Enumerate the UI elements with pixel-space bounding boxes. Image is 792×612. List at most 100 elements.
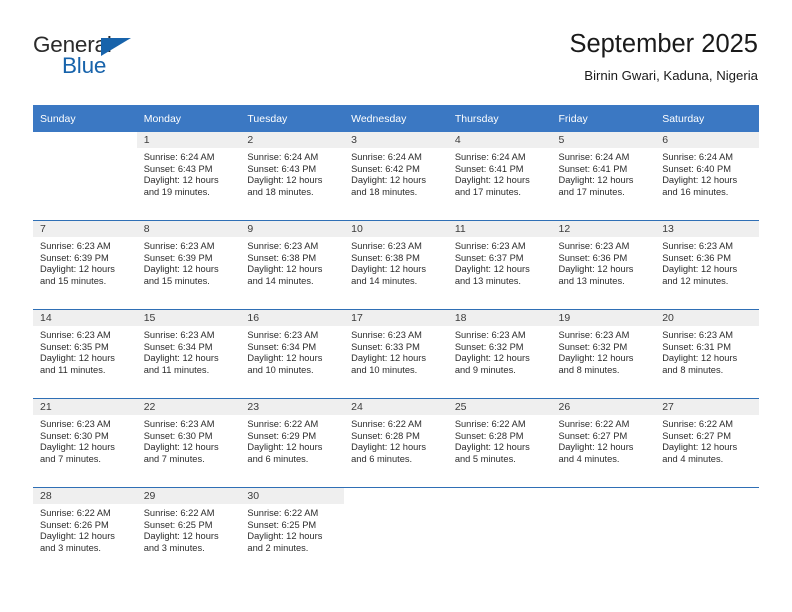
sunrise-time: Sunrise: 6:22 AM	[351, 419, 422, 429]
day-details: Sunrise: 6:23 AM Sunset: 6:32 PM Daylight:…	[448, 326, 552, 376]
calendar-day-cell[interactable]: 12 Sunrise: 6:23 AM Sunset: 6:36 PM Dayligh…	[551, 220, 656, 310]
day-details: Sunrise: 6:23 AM Sunset: 6:30 PM Daylight:…	[137, 415, 241, 465]
day-details: Sunrise: 6:24 AM Sunset: 6:43 PM Daylight:…	[137, 148, 241, 198]
daylight-duration-line1: Daylight: 12 hours	[558, 442, 634, 453]
sunrise-time: Sunrise: 6:24 AM	[247, 152, 319, 162]
day-number: 18	[447, 310, 552, 326]
daylight-duration-line1: Daylight: 12 hours	[247, 264, 323, 275]
daylight-duration-line1: Daylight: 12 hours	[143, 353, 219, 364]
calendar-day-cell[interactable]: 3 Sunrise: 6:24 AM Sunset: 6:42 PM Daylight…	[344, 132, 448, 221]
sunrise-time: Sunrise: 6:23 AM	[454, 330, 526, 340]
day-number: 2	[240, 132, 345, 148]
calendar-day-cell[interactable]: 16 Sunrise: 6:23 AM Sunset: 6:34 PM Dayligh…	[240, 309, 345, 399]
day-number: 20	[655, 310, 759, 326]
calendar-day-cell[interactable]: 15 Sunrise: 6:23 AM Sunset: 6:34 PM Dayligh…	[136, 309, 241, 399]
day-details: Sunrise: 6:23 AM Sunset: 6:32 PM Daylight:…	[552, 326, 656, 376]
calendar-day-cell[interactable]: 22 Sunrise: 6:23 AM Sunset: 6:30 PM Dayligh…	[136, 398, 241, 488]
daylight-duration-line1: Daylight: 12 hours	[662, 353, 738, 364]
calendar-day-cell[interactable]: 26 Sunrise: 6:22 AM Sunset: 6:27 PM Dayligh…	[551, 398, 656, 488]
calendar-day-cell[interactable]: 7 Sunrise: 6:23 AM Sunset: 6:39 PM Daylight…	[33, 220, 137, 310]
calendar-day-cell[interactable]: 13 Sunrise: 6:23 AM Sunset: 6:36 PM Dayligh…	[655, 220, 759, 310]
calendar-day-cell[interactable]: 24 Sunrise: 6:22 AM Sunset: 6:28 PM Dayligh…	[344, 398, 448, 488]
daylight-duration-line1: Daylight: 12 hours	[40, 353, 115, 364]
sunset-time: Sunset: 6:43 PM	[247, 163, 317, 174]
page-title: September 2025	[569, 30, 758, 58]
calendar-day-cell[interactable]: 23 Sunrise: 6:22 AM Sunset: 6:29 PM Dayligh…	[240, 398, 345, 488]
calendar-day-cell[interactable]: 8 Sunrise: 6:23 AM Sunset: 6:39 PM Daylight…	[136, 220, 241, 310]
day-details: Sunrise: 6:22 AM Sunset: 6:28 PM Daylight:…	[344, 415, 448, 465]
sunrise-time: Sunrise: 6:23 AM	[143, 419, 215, 429]
day-number: 4	[447, 132, 552, 148]
sunset-time: Sunset: 6:37 PM	[454, 252, 524, 263]
day-details: Sunrise: 6:22 AM Sunset: 6:29 PM Daylight:…	[240, 415, 344, 465]
sunrise-time: Sunrise: 6:23 AM	[143, 241, 215, 251]
sunset-time: Sunset: 6:34 PM	[247, 341, 317, 352]
calendar-day-cell[interactable]: 25 Sunrise: 6:22 AM Sunset: 6:28 PM Dayligh…	[447, 398, 552, 488]
daylight-duration-line2: and 16 minutes.	[662, 186, 729, 197]
day-details: Sunrise: 6:22 AM Sunset: 6:25 PM Daylight:…	[240, 504, 344, 554]
day-number: 14	[33, 310, 137, 326]
day-details: Sunrise: 6:22 AM Sunset: 6:26 PM Daylight:…	[33, 504, 137, 554]
daylight-duration-line2: and 14 minutes.	[351, 275, 418, 286]
calendar-day-cell[interactable]: 10 Sunrise: 6:23 AM Sunset: 6:38 PM Dayligh…	[344, 220, 448, 310]
day-details: Sunrise: 6:24 AM Sunset: 6:42 PM Daylight:…	[344, 148, 448, 198]
calendar-day-cell[interactable]: 20 Sunrise: 6:23 AM Sunset: 6:31 PM Dayligh…	[655, 309, 759, 399]
day-details: Sunrise: 6:23 AM Sunset: 6:36 PM Daylight:…	[655, 237, 759, 287]
day-number: 27	[655, 399, 759, 415]
day-number: 13	[655, 221, 759, 237]
calendar-day-cell[interactable]: 9 Sunrise: 6:23 AM Sunset: 6:38 PM Daylight…	[240, 220, 345, 310]
day-number: 19	[551, 310, 656, 326]
day-number: 22	[136, 399, 241, 415]
calendar-cell-empty	[551, 487, 656, 576]
calendar-day-cell[interactable]: 19 Sunrise: 6:23 AM Sunset: 6:32 PM Dayligh…	[551, 309, 656, 399]
calendar-day-cell[interactable]: 27 Sunrise: 6:22 AM Sunset: 6:27 PM Dayligh…	[655, 398, 759, 488]
calendar-day-cell[interactable]: 4 Sunrise: 6:24 AM Sunset: 6:41 PM Daylight…	[447, 132, 552, 221]
calendar-day-cell[interactable]: 17 Sunrise: 6:23 AM Sunset: 6:33 PM Dayligh…	[344, 309, 448, 399]
daylight-duration-line2: and 2 minutes.	[247, 542, 309, 553]
day-number: 16	[240, 310, 345, 326]
calendar-day-cell[interactable]: 18 Sunrise: 6:23 AM Sunset: 6:32 PM Dayligh…	[447, 309, 552, 399]
calendar-day-cell[interactable]: 21 Sunrise: 6:23 AM Sunset: 6:30 PM Dayligh…	[33, 398, 137, 488]
calendar-week-row: 28 Sunrise: 6:22 AM Sunset: 6:26 PM Dayligh…	[33, 487, 759, 576]
sunrise-time: Sunrise: 6:24 AM	[558, 152, 630, 162]
day-number: 11	[447, 221, 552, 237]
sunrise-time: Sunrise: 6:23 AM	[247, 330, 319, 340]
daylight-duration-line2: and 15 minutes.	[40, 275, 107, 286]
day-details: Sunrise: 6:23 AM Sunset: 6:36 PM Daylight:…	[552, 237, 656, 287]
sunset-time: Sunset: 6:41 PM	[454, 163, 524, 174]
weekday-header-friday: Friday	[551, 105, 656, 132]
calendar-day-cell[interactable]: 28 Sunrise: 6:22 AM Sunset: 6:26 PM Dayligh…	[33, 487, 137, 576]
calendar-day-cell[interactable]: 5 Sunrise: 6:24 AM Sunset: 6:41 PM Daylight…	[551, 132, 656, 221]
sunrise-time: Sunrise: 6:24 AM	[454, 152, 526, 162]
daylight-duration-line2: and 18 minutes.	[247, 186, 314, 197]
day-number: 15	[136, 310, 241, 326]
calendar-day-cell[interactable]: 6 Sunrise: 6:24 AM Sunset: 6:40 PM Daylight…	[655, 132, 759, 221]
day-number: 7	[33, 221, 137, 237]
sunset-time: Sunset: 6:38 PM	[351, 252, 420, 263]
sunrise-time: Sunrise: 6:23 AM	[662, 330, 734, 340]
day-number	[655, 488, 759, 504]
day-details: Sunrise: 6:23 AM Sunset: 6:39 PM Daylight:…	[137, 237, 241, 287]
day-details: Sunrise: 6:22 AM Sunset: 6:27 PM Daylight:…	[552, 415, 656, 465]
calendar-day-cell[interactable]: 1 Sunrise: 6:24 AM Sunset: 6:43 PM Daylight…	[136, 132, 241, 221]
sunset-time: Sunset: 6:38 PM	[247, 252, 317, 263]
daylight-duration-line1: Daylight: 12 hours	[558, 264, 634, 275]
daylight-duration-line2: and 10 minutes.	[247, 364, 314, 375]
daylight-duration-line1: Daylight: 12 hours	[247, 175, 323, 186]
day-details: Sunrise: 6:23 AM Sunset: 6:33 PM Daylight:…	[344, 326, 448, 376]
calendar-cell-empty	[655, 487, 759, 576]
daylight-duration-line1: Daylight: 12 hours	[454, 353, 530, 364]
day-number	[448, 488, 552, 504]
day-details: Sunrise: 6:23 AM Sunset: 6:31 PM Daylight:…	[655, 326, 759, 376]
calendar-day-cell[interactable]: 30 Sunrise: 6:22 AM Sunset: 6:25 PM Dayligh…	[240, 487, 345, 576]
daylight-duration-line1: Daylight: 12 hours	[558, 353, 634, 364]
daylight-duration-line2: and 11 minutes.	[40, 364, 106, 375]
calendar-day-cell[interactable]: 29 Sunrise: 6:22 AM Sunset: 6:25 PM Dayligh…	[136, 487, 241, 576]
daylight-duration-line2: and 12 minutes.	[662, 275, 729, 286]
sunrise-time: Sunrise: 6:24 AM	[351, 152, 422, 162]
calendar-grid: Sunday Monday Tuesday Wednesday Thursday…	[33, 105, 759, 576]
calendar-day-cell[interactable]: 2 Sunrise: 6:24 AM Sunset: 6:43 PM Daylight…	[240, 132, 345, 221]
calendar-day-cell[interactable]: 11 Sunrise: 6:23 AM Sunset: 6:37 PM Dayligh…	[447, 220, 552, 310]
calendar-day-cell[interactable]: 14 Sunrise: 6:23 AM Sunset: 6:35 PM Dayligh…	[33, 309, 137, 399]
weekday-header-monday: Monday	[136, 105, 241, 132]
